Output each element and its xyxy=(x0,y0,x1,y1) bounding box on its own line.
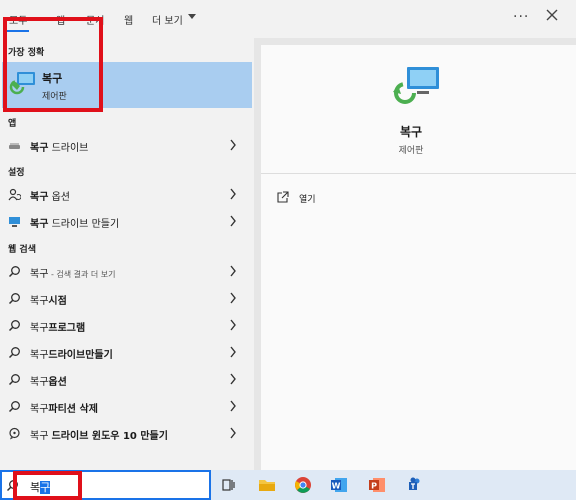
tab-more[interactable]: 더 보기 xyxy=(152,12,183,27)
chevron-right-icon[interactable] xyxy=(229,292,237,304)
result-text: 드라이브 xyxy=(48,143,89,154)
chrome-icon[interactable] xyxy=(294,476,312,494)
section-apps: 앱 xyxy=(8,119,17,129)
web-result-item[interactable]: 복구파티션 삭제 xyxy=(0,394,254,418)
chevron-right-icon[interactable] xyxy=(229,265,237,277)
result-text: 옵션 xyxy=(48,192,70,203)
result-text: 드라이브 만들기 xyxy=(48,219,120,230)
search-icon xyxy=(8,374,20,386)
result-bold: 파티션 삭제 xyxy=(48,404,98,415)
result-text: 복구 xyxy=(30,377,49,388)
chevron-right-icon[interactable] xyxy=(229,400,237,412)
word-icon[interactable]: W xyxy=(330,476,348,494)
web-result-item[interactable]: 복구시점 xyxy=(0,286,254,310)
result-bold: 옵션 xyxy=(48,377,67,388)
search-icon xyxy=(8,293,20,305)
detail-subtitle: 제어판 xyxy=(398,146,424,156)
search-icon xyxy=(8,266,20,278)
open-label: 열기 xyxy=(299,195,316,205)
result-bold: 복구 xyxy=(30,192,49,203)
result-text: 복구 xyxy=(30,404,49,415)
chevron-right-icon[interactable] xyxy=(229,188,237,200)
list-item[interactable]: 복구 드라이브 만들기 xyxy=(0,209,254,233)
result-bold: 시점 xyxy=(48,296,67,307)
powerpoint-icon[interactable]: P xyxy=(368,476,386,494)
tab-web[interactable]: 웹 xyxy=(124,12,133,27)
svg-text:W: W xyxy=(332,482,341,491)
result-text: 복구 xyxy=(30,431,52,442)
result-bold: 프로그램 xyxy=(48,323,86,334)
chevron-right-icon[interactable] xyxy=(229,427,237,439)
monitor-icon xyxy=(9,217,20,227)
result-bold: 드라이브 윈도우 10 만들기 xyxy=(51,431,168,442)
close-icon[interactable] xyxy=(544,7,560,23)
taskbar: 복구 W P xyxy=(0,470,576,500)
chevron-down-icon[interactable] xyxy=(188,14,196,19)
task-view-icon[interactable] xyxy=(220,476,238,494)
teams-icon[interactable] xyxy=(404,476,422,494)
result-text: 복구 xyxy=(30,323,49,334)
search-icon xyxy=(8,401,20,413)
chevron-right-icon[interactable] xyxy=(229,319,237,331)
search-icon xyxy=(8,347,20,359)
open-button[interactable]: 열기 xyxy=(277,189,397,207)
web-result-item[interactable]: 복구프로그램 xyxy=(0,313,254,337)
person-sync-icon xyxy=(8,188,21,201)
search-icon xyxy=(8,320,20,332)
section-settings: 설정 xyxy=(8,168,25,178)
chat-icon xyxy=(9,427,20,440)
annotation-box-search xyxy=(13,471,82,500)
divider xyxy=(261,173,576,174)
file-explorer-icon[interactable] xyxy=(258,476,276,494)
list-item[interactable]: 복구 드라이브 xyxy=(0,133,254,157)
web-result-item[interactable]: 복구드라이브만들기 xyxy=(0,340,254,364)
list-item[interactable]: 복구 옵션 xyxy=(0,182,254,206)
recovery-icon xyxy=(393,67,439,104)
result-bold: 복구 xyxy=(30,219,49,230)
chevron-right-icon[interactable] xyxy=(229,373,237,385)
result-hint: - 검색 결과 더 보기 xyxy=(48,270,116,279)
annotation-box-best-match xyxy=(3,17,103,112)
chevron-right-icon[interactable] xyxy=(229,346,237,358)
web-result-item[interactable]: 복구옵션 xyxy=(0,367,254,391)
web-result-item[interactable]: 복구 - 검색 결과 더 보기 xyxy=(0,259,254,283)
chevron-right-icon[interactable] xyxy=(229,139,237,151)
detail-pane: 복구 제어판 열기 xyxy=(261,45,576,470)
web-result-item[interactable]: 복구 드라이브 윈도우 10 만들기 xyxy=(0,421,254,445)
result-bold: 드라이브만들기 xyxy=(48,350,113,361)
chevron-right-icon[interactable] xyxy=(229,215,237,227)
open-icon xyxy=(277,191,289,203)
result-text: 복구 xyxy=(30,350,49,361)
detail-title: 복구 xyxy=(399,125,423,139)
result-text: 복구 xyxy=(30,296,49,307)
section-web-search: 웹 검색 xyxy=(8,245,36,255)
svg-text:P: P xyxy=(371,482,377,491)
result-text: 복구 xyxy=(30,269,49,280)
drive-icon xyxy=(9,143,20,149)
ellipsis-icon[interactable]: ··· xyxy=(513,9,529,25)
result-bold: 복구 xyxy=(30,143,49,154)
